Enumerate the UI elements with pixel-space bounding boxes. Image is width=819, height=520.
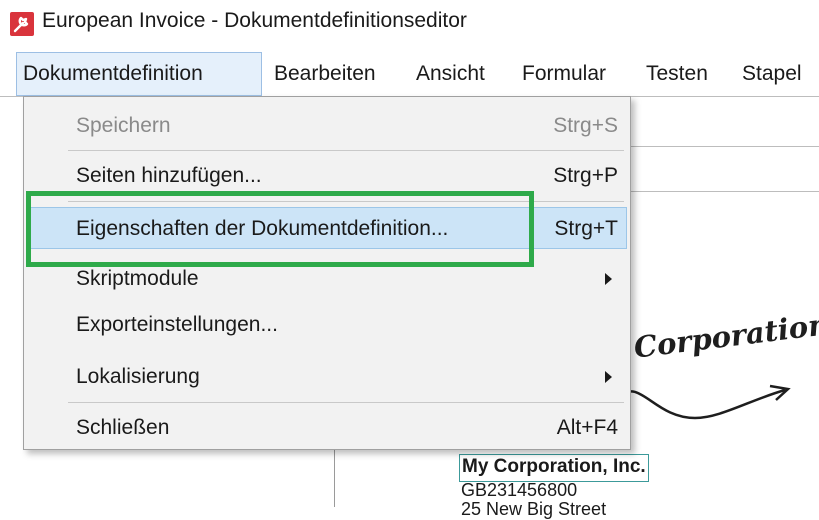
window-title: European Invoice - Dokumentdefinitionsed…: [42, 9, 467, 32]
menu-bar: Dokumentdefinition Bearbeiten Ansicht Fo…: [0, 52, 819, 96]
dokumentdefinition-dropdown: Speichern Strg+S Seiten hinzufügen... St…: [23, 96, 631, 450]
menu-item-lokalisierung[interactable]: Lokalisierung: [24, 356, 630, 398]
menu-item-label: Exporteinstellungen...: [76, 313, 278, 336]
title-bar: European Invoice - Dokumentdefinitionsed…: [0, 0, 819, 44]
menu-item-shortcut: Strg+T: [554, 217, 618, 240]
menu-separator: [68, 150, 624, 151]
menu-item-label: Schließen: [76, 416, 170, 439]
menu-testen[interactable]: Testen: [646, 52, 708, 96]
logo-text: Corporation: [632, 307, 819, 365]
menu-dokumentdefinition[interactable]: Dokumentdefinition: [16, 52, 262, 96]
menu-item-shortcut: Strg+P: [553, 164, 618, 187]
wrench-icon: [10, 12, 34, 36]
menu-item-schliessen[interactable]: Schließen Alt+F4: [24, 407, 630, 449]
menu-ansicht[interactable]: Ansicht: [416, 52, 485, 96]
logo-swoosh-icon: [619, 384, 791, 420]
menu-item-shortcut: Alt+F4: [556, 416, 618, 439]
menu-item-shortcut: Strg+S: [553, 114, 618, 137]
menu-bearbeiten[interactable]: Bearbeiten: [274, 52, 376, 96]
submenu-arrow-icon: [605, 273, 612, 285]
submenu-arrow-icon: [605, 371, 612, 383]
menu-stapel[interactable]: Stapel: [742, 52, 802, 96]
annotation-highlight-box: [26, 191, 534, 267]
divider: [631, 191, 819, 192]
menu-item-speichern[interactable]: Speichern Strg+S: [24, 105, 630, 147]
menu-item-label: Speichern: [76, 114, 171, 137]
company-name-field[interactable]: My Corporation, Inc.: [459, 454, 649, 482]
menu-item-exporteinstellungen[interactable]: Exporteinstellungen...: [24, 304, 630, 346]
vat-number: GB231456800: [461, 480, 578, 500]
divider: [631, 146, 819, 147]
menu-separator: [68, 402, 624, 403]
menu-item-label: Lokalisierung: [76, 365, 200, 388]
menu-formular[interactable]: Formular: [522, 52, 606, 96]
street-address: 25 New Big Street: [461, 499, 607, 519]
page-left-edge: [334, 450, 335, 507]
